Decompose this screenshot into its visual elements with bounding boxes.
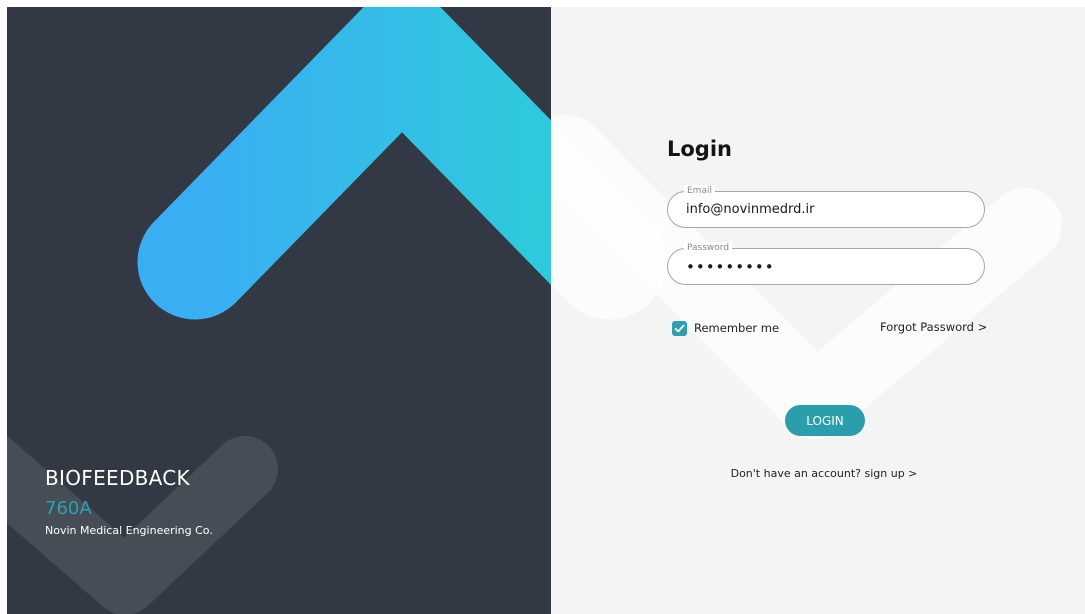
brand-block: BIOFEEDBACK 760A Novin Medical Engineeri… <box>45 465 213 539</box>
login-form: Login Email Password Remember me Forgot … <box>551 7 1085 614</box>
login-button[interactable]: LOGIN <box>785 405 865 436</box>
password-field[interactable]: Password <box>667 242 985 285</box>
email-input[interactable] <box>686 192 966 227</box>
forgot-password-link[interactable]: Forgot Password > <box>880 320 987 334</box>
signup-link[interactable]: sign up > <box>864 467 917 480</box>
remember-me-checkbox[interactable] <box>672 320 687 336</box>
email-field[interactable]: Email <box>667 185 985 228</box>
product-model: 760A <box>45 498 92 519</box>
remember-me-toggle[interactable]: Remember me <box>672 320 779 336</box>
signup-prompt: Don't have an account? sign up > <box>551 467 1085 480</box>
login-title: Login <box>667 137 732 161</box>
signup-prompt-text: Don't have an account? <box>730 467 861 480</box>
company-name: Novin Medical Engineering Co. <box>45 524 213 537</box>
product-name: BIOFEEDBACK <box>45 466 190 490</box>
password-input[interactable] <box>686 249 966 284</box>
login-screen: BIOFEEDBACK 760A Novin Medical Engineeri… <box>7 7 1085 614</box>
remember-me-label: Remember me <box>694 321 780 335</box>
check-icon <box>674 324 685 332</box>
